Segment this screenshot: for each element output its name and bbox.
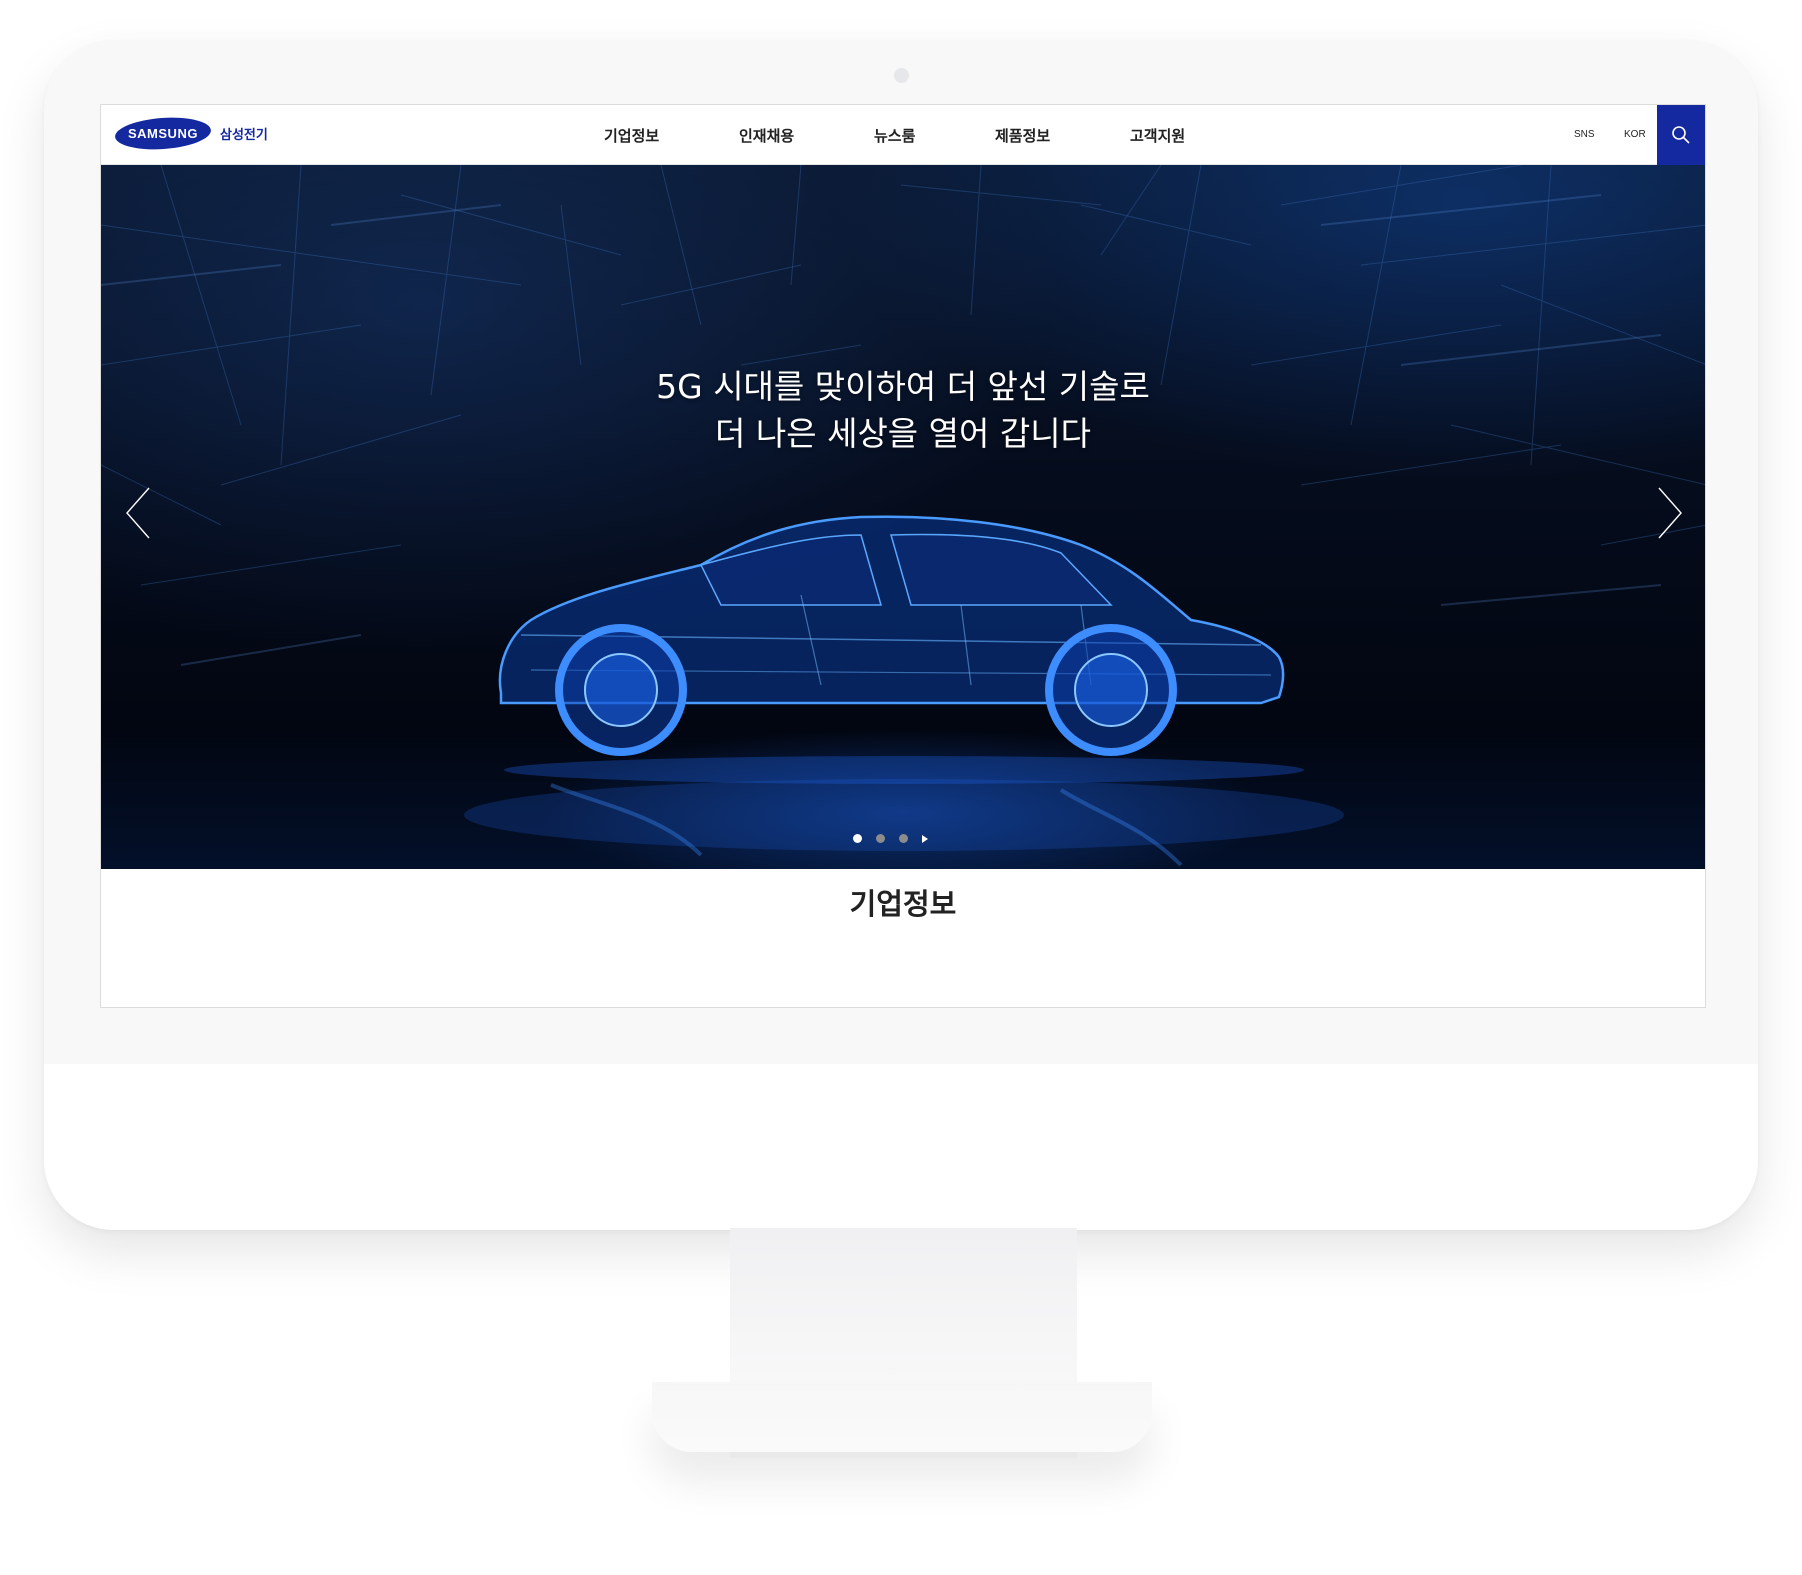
samsung-logo[interactable]: SAMSUNG 삼성전기 xyxy=(114,114,268,153)
chevron-right-icon xyxy=(1658,487,1682,539)
slider-dot-3[interactable] xyxy=(899,834,908,843)
monitor-stand-base xyxy=(652,1382,1152,1452)
hero-background-lines xyxy=(101,165,1705,867)
logo-subtitle: 삼성전기 xyxy=(220,128,268,143)
logo-oval: SAMSUNG xyxy=(114,114,212,153)
slider-pagination xyxy=(853,834,928,843)
hero-slider: 5G 시대를 맞이하여 더 앞선 기술로 더 나은 세상을 열어 갑니다 xyxy=(101,165,1705,869)
logo-wordmark: SAMSUNG xyxy=(128,126,198,142)
monitor-chin xyxy=(44,1064,1758,1230)
slider-dot-1[interactable] xyxy=(853,834,862,843)
search-icon xyxy=(1672,126,1690,144)
sns-link[interactable]: SNS xyxy=(1574,129,1595,140)
slider-dot-2[interactable] xyxy=(876,834,885,843)
nav-item-company[interactable]: 기업정보 xyxy=(604,125,659,146)
language-selector[interactable]: KOR xyxy=(1624,129,1646,140)
play-icon[interactable] xyxy=(922,834,928,843)
section-title: 기업정보 xyxy=(849,887,957,921)
camera-dot xyxy=(894,68,909,83)
site-header: SAMSUNG 삼성전기 기업정보 인재채용 뉴스룸 제품정보 고객지원 SNS… xyxy=(101,105,1705,165)
slider-prev-button[interactable] xyxy=(119,483,159,543)
nav-item-products[interactable]: 제품정보 xyxy=(995,125,1050,146)
chevron-left-icon xyxy=(126,487,150,539)
hero-headline-line-1: 5G 시대를 맞이하여 더 앞선 기술로 xyxy=(656,367,1150,406)
nav-item-support[interactable]: 고객지원 xyxy=(1130,125,1185,146)
search-button[interactable] xyxy=(1657,105,1705,165)
nav-item-careers[interactable]: 인재채용 xyxy=(739,125,794,146)
website-screen: SAMSUNG 삼성전기 기업정보 인재채용 뉴스룸 제품정보 고객지원 SNS… xyxy=(100,104,1706,1008)
hero-headline: 5G 시대를 맞이하여 더 앞선 기술로 더 나은 세상을 열어 갑니다 xyxy=(101,363,1705,457)
hero-headline-line-2: 더 나은 세상을 열어 갑니다 xyxy=(715,414,1091,453)
slider-next-button[interactable] xyxy=(1649,483,1689,543)
nav-item-newsroom[interactable]: 뉴스룸 xyxy=(874,125,915,146)
